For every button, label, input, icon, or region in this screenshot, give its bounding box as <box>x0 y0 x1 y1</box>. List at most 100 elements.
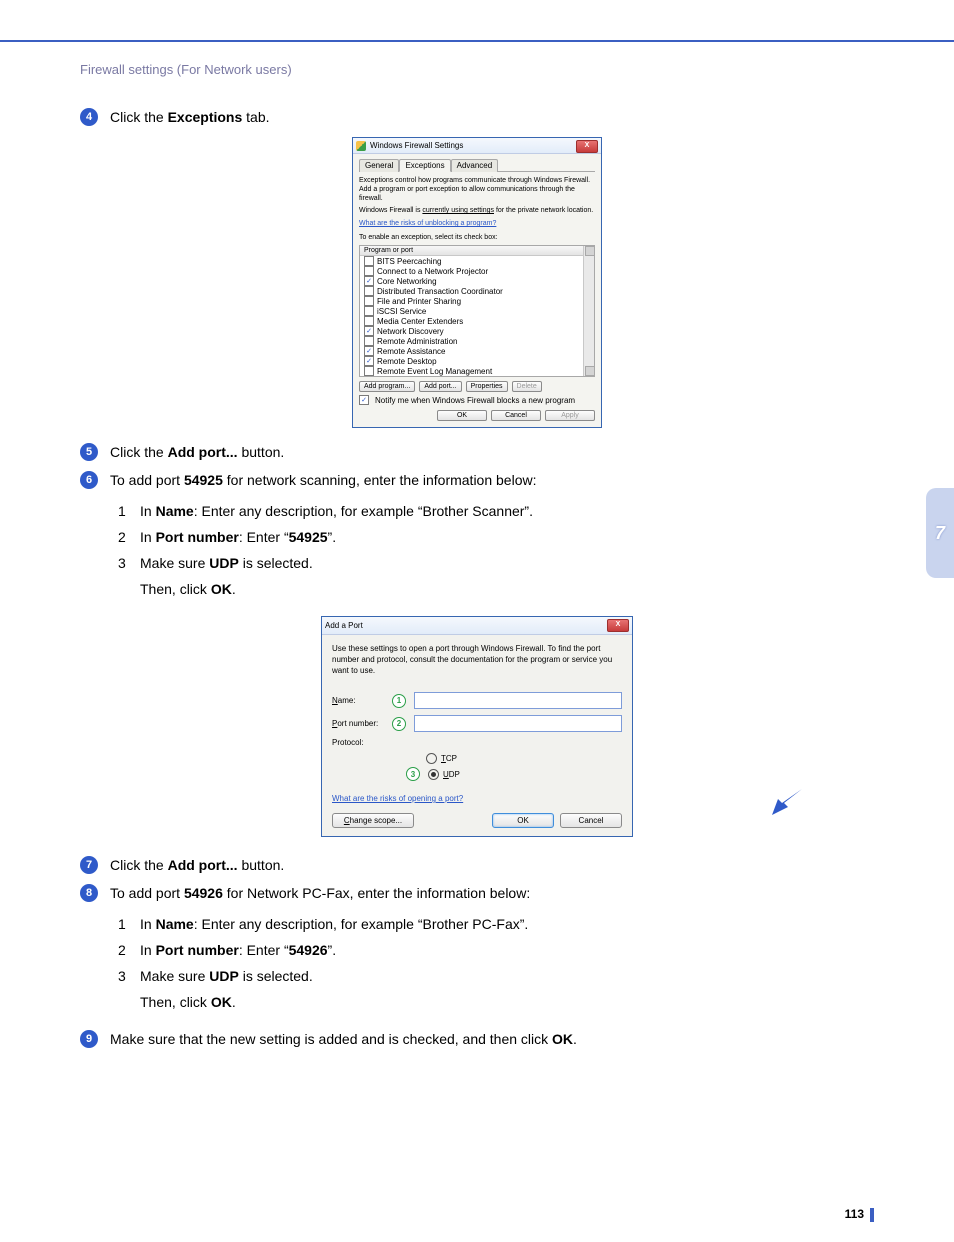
t: : Enter “ <box>239 942 289 958</box>
port-input[interactable] <box>414 715 622 732</box>
list-row[interactable]: ✓Network Discovery <box>360 326 594 336</box>
udp-label: UDP <box>443 770 460 779</box>
sub-num: 2 <box>118 524 140 550</box>
dialog2-close-button[interactable]: X <box>607 619 629 632</box>
dialog2-desc: Use these settings to open a port throug… <box>332 643 622 676</box>
udp-radio[interactable] <box>428 769 439 780</box>
list-rows: BITS Peercaching Connect to a Network Pr… <box>360 256 594 376</box>
list-label: BITS Peercaching <box>377 257 441 266</box>
list-row[interactable]: ✓Remote Desktop <box>360 356 594 366</box>
list-row[interactable]: ✓Core Networking <box>360 276 594 286</box>
list-label: Remote Administration <box>377 337 457 346</box>
list-row[interactable]: Distributed Transaction Coordinator <box>360 286 594 296</box>
step-6-sub1: 1In Name: Enter any description, for exa… <box>118 498 874 524</box>
dialog1-para2: Windows Firewall is currently using sett… <box>359 206 595 215</box>
t: Make sure that the new setting is added … <box>110 1031 552 1047</box>
list-label: Network Discovery <box>377 327 444 336</box>
step-6-bold: 54925 <box>184 472 223 488</box>
name-label: Name: <box>332 696 388 705</box>
list-label: Remote Assistance <box>377 347 445 356</box>
list-row[interactable]: Connect to a Network Projector <box>360 266 594 276</box>
circle-2-icon: 2 <box>392 717 406 731</box>
t: OK <box>211 994 232 1010</box>
exceptions-listbox[interactable]: Program or port BITS Peercaching Connect… <box>359 245 595 377</box>
dialog1-cancel-button[interactable]: Cancel <box>491 410 541 421</box>
tab-advanced[interactable]: Advanced <box>451 159 499 172</box>
step-5-suffix: button. <box>238 444 285 460</box>
checkbox-icon[interactable]: ✓ <box>364 346 374 356</box>
delete-button[interactable]: Delete <box>512 381 542 392</box>
notify-checkbox[interactable]: ✓ <box>359 395 369 405</box>
dialog1-risks-link[interactable]: What are the risks of unblocking a progr… <box>359 220 496 227</box>
step-8-substeps: 1In Name: Enter any description, for exa… <box>118 911 874 1015</box>
checkbox-icon[interactable] <box>364 266 374 276</box>
t: Port number <box>156 942 239 958</box>
checkbox-icon[interactable] <box>364 366 374 376</box>
properties-button[interactable]: Properties <box>466 381 508 392</box>
change-scope-button[interactable]: Change scope... <box>332 813 414 828</box>
dialog1-para2c: for the private network location. <box>494 207 593 214</box>
tab-general[interactable]: General <box>359 159 399 172</box>
list-row[interactable]: ✓Remote Assistance <box>360 346 594 356</box>
t: Add port... <box>168 857 238 873</box>
t: : Enter “ <box>239 529 289 545</box>
list-label: Remote Desktop <box>377 357 437 366</box>
dialog1-ok-button[interactable]: OK <box>437 410 487 421</box>
step-5: 5 Click the Add port... button. <box>80 442 874 462</box>
step-8: 8 To add port 54926 for Network PC-Fax, … <box>80 883 874 903</box>
list-row[interactable]: iSCSI Service <box>360 306 594 316</box>
dialog2-risks-link[interactable]: What are the risks of opening a port? <box>332 794 463 803</box>
dialog1-apply-button[interactable]: Apply <box>545 410 595 421</box>
dialog2-ok-button[interactable]: OK <box>492 813 554 828</box>
step-7-text: Click the Add port... button. <box>110 855 284 875</box>
step-4-suffix: tab. <box>242 109 269 125</box>
t: is selected. <box>239 968 313 984</box>
t: . <box>232 994 236 1010</box>
step-5-bold: Add port... <box>168 444 238 460</box>
tcp-radio[interactable] <box>426 753 437 764</box>
add-port-button[interactable]: Add port... <box>419 381 461 392</box>
sub-text: Make sure UDP is selected. <box>140 550 313 576</box>
checkbox-icon[interactable] <box>364 256 374 266</box>
t: Make sure <box>140 968 209 984</box>
list-row[interactable]: Remote Event Log Management <box>360 366 594 376</box>
step-5-text: Click the Add port... button. <box>110 442 284 462</box>
t: UDP <box>209 968 239 984</box>
t: 54926 <box>289 942 328 958</box>
dialog1-close-button[interactable]: X <box>576 140 598 153</box>
sub-num: 2 <box>118 937 140 963</box>
tab-exceptions[interactable]: Exceptions <box>399 159 450 172</box>
dialog1-bottom: OK Cancel Apply <box>359 405 595 421</box>
list-row[interactable]: BITS Peercaching <box>360 256 594 266</box>
checkbox-icon[interactable] <box>364 286 374 296</box>
list-row[interactable]: Remote Administration <box>360 336 594 346</box>
add-program-button[interactable]: Add program... <box>359 381 415 392</box>
checkbox-icon[interactable]: ✓ <box>364 276 374 286</box>
t: Make sure <box>140 555 209 571</box>
dialog2-cancel-button[interactable]: Cancel <box>560 813 622 828</box>
checkbox-icon[interactable] <box>364 336 374 346</box>
checkbox-icon[interactable] <box>364 296 374 306</box>
checkbox-icon[interactable]: ✓ <box>364 326 374 336</box>
t: To add port <box>110 885 184 901</box>
step-9-text: Make sure that the new setting is added … <box>110 1029 577 1049</box>
t: 54925 <box>289 529 328 545</box>
list-label: File and Printer Sharing <box>377 297 461 306</box>
sub-num <box>118 989 140 1015</box>
sub-num: 3 <box>118 963 140 989</box>
dialog2-titlebar: Add a Port X <box>322 617 632 635</box>
list-row[interactable]: Media Center Extenders <box>360 316 594 326</box>
t: button. <box>238 857 285 873</box>
step-4: 4 Click the Exceptions tab. <box>80 107 874 127</box>
dialog2-body: Use these settings to open a port throug… <box>322 635 632 836</box>
name-input[interactable] <box>414 692 622 709</box>
t: OK <box>211 581 232 597</box>
chapter-tab: 7 <box>926 488 954 578</box>
scrollbar[interactable] <box>583 246 594 376</box>
checkbox-icon[interactable] <box>364 306 374 316</box>
checkbox-icon[interactable] <box>364 316 374 326</box>
checkbox-icon[interactable]: ✓ <box>364 356 374 366</box>
dialog1-tabs: General Exceptions Advanced <box>359 158 595 172</box>
list-row[interactable]: File and Printer Sharing <box>360 296 594 306</box>
step-5-bullet: 5 <box>80 443 98 461</box>
